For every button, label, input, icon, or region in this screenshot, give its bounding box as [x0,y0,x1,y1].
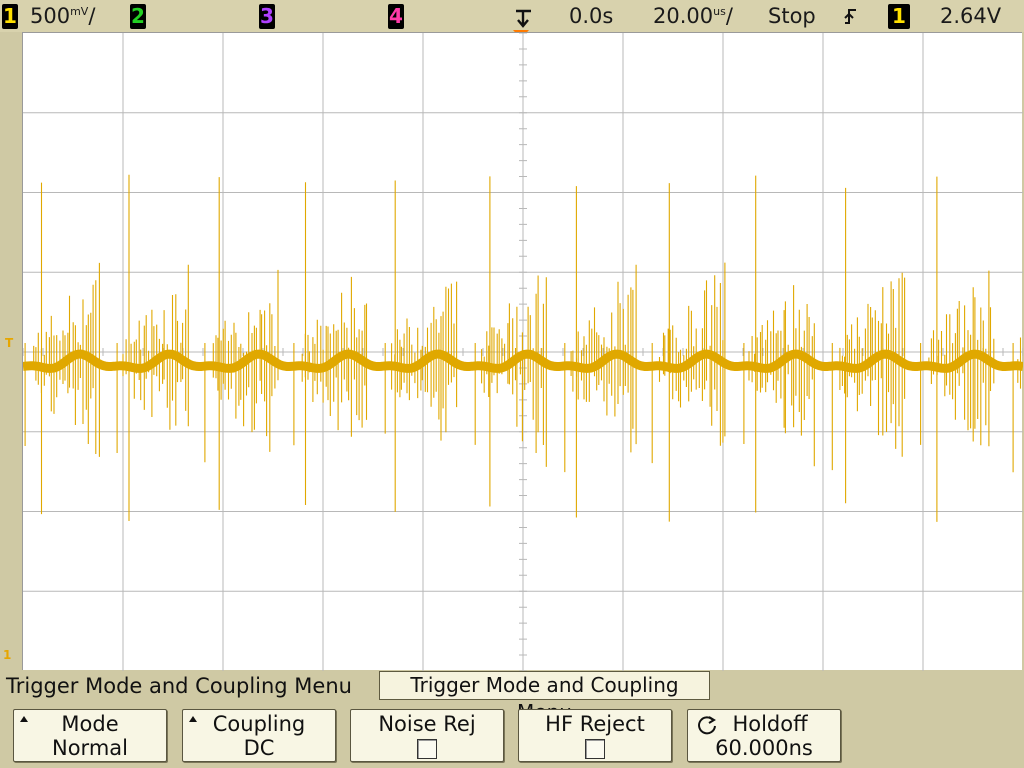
holdoff-label: Holdoff [732,712,808,736]
mode-label: Mode [61,712,119,736]
trigger-source-indicator: 1 [888,4,910,29]
holdoff-value: 60.000ns [715,736,813,760]
timebase-value: 20.00 [653,4,714,28]
channel-3-indicator[interactable]: 3 [259,4,275,29]
coupling-value: DC [243,736,275,760]
status-bar: 1 500mV/ 2 3 4 0.0s 20.00us/ Stop 1 2.64… [0,0,1024,32]
hf-reject-softkey[interactable]: HF Reject [518,709,672,762]
channel-4-indicator[interactable]: 4 [388,4,404,29]
channel-2-indicator[interactable]: 2 [130,4,146,29]
trigger-delay-icon [516,9,531,28]
channel-1-scale-unit: mV [70,5,89,18]
coupling-softkey[interactable]: Coupling DC [182,709,336,762]
trigger-level: 2.64V [940,4,1002,28]
time-delay: 0.0s [569,4,614,28]
hf-reject-label: HF Reject [545,712,645,736]
waveform-spikes [24,174,1022,522]
channel-1-ground-marker: 1 [3,648,12,662]
holdoff-softkey[interactable]: Holdoff 60.000ns [687,709,841,762]
channel-1-scale-value: 500 [30,4,71,28]
trigger-level-marker: T [5,336,14,350]
noise-rej-label: Noise Rej [378,712,476,736]
noise-rej-softkey[interactable]: Noise Rej [350,709,504,762]
coupling-label: Coupling [212,712,306,736]
hf-reject-checkbox[interactable] [585,739,605,759]
mode-softkey[interactable]: Mode Normal [13,709,167,762]
timebase-unit: us [713,5,726,18]
timebase: 20.00us/ [653,0,733,32]
menu-overlay-label: Trigger Mode and Coupling Menu [379,671,710,724]
waveform-canvas [23,33,1023,671]
menu-title: Trigger Mode and Coupling Menu [6,674,352,698]
waveform-display: Trigger Mode and Coupling Menu [22,32,1023,724]
run-state: Stop [768,4,816,28]
slash-glyph: / [725,4,733,28]
channel-1-indicator[interactable]: 1 [2,4,18,29]
slash-glyph: / [88,4,96,28]
rising-edge-icon [844,9,856,24]
channel-1-scale: 500mV/ [30,0,95,32]
noise-rej-checkbox[interactable] [417,739,437,759]
mode-value: Normal [52,736,128,760]
